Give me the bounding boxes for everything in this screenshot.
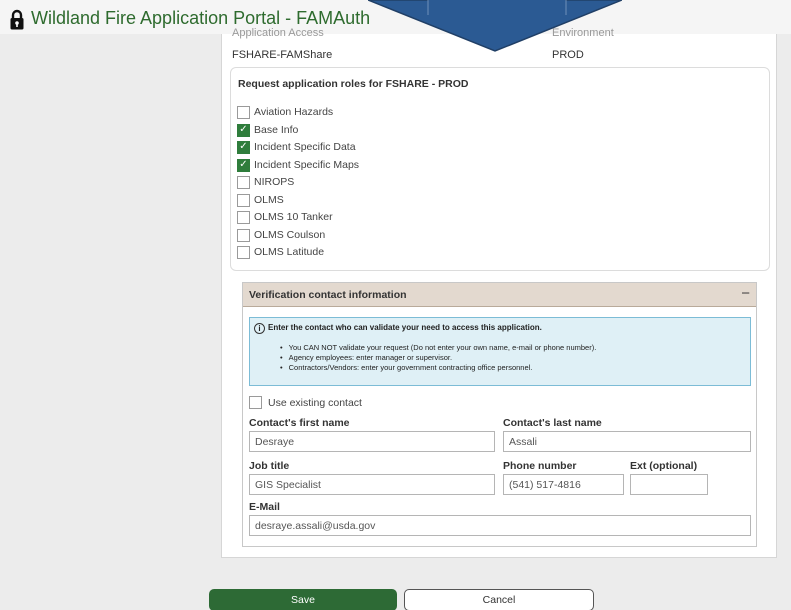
collapse-icon[interactable]: −	[741, 285, 750, 302]
save-button[interactable]: Save	[209, 589, 397, 610]
verification-title: Verification contact information	[249, 289, 407, 301]
application-column-header: Application Access	[232, 27, 324, 39]
info-title: Enter the contact who can validate your …	[268, 323, 542, 332]
role-label: NIROPS	[254, 176, 295, 188]
application-name: FSHARE-FAMShare	[232, 49, 333, 61]
role-olms-10-tanker[interactable]: OLMS 10 Tanker	[237, 210, 333, 224]
checkbox[interactable]	[249, 396, 262, 409]
lock-icon	[10, 9, 24, 30]
job-title-label: Job title	[249, 460, 290, 472]
checkbox[interactable]	[237, 245, 250, 259]
roles-section: Request application roles for FSHARE - P…	[230, 67, 770, 271]
info-item: You CAN NOT validate your request (Do no…	[280, 343, 597, 353]
phone-label: Phone number	[503, 460, 577, 472]
checkbox[interactable]	[237, 193, 250, 207]
role-label: OLMS 10 Tanker	[254, 211, 333, 223]
down-arrow-annotation-icon	[368, 0, 622, 52]
ext-field[interactable]	[630, 474, 708, 495]
role-olms-coulson[interactable]: OLMS Coulson	[237, 228, 325, 242]
ext-label: Ext (optional)	[630, 460, 698, 472]
last-name-label: Contact's last name	[503, 417, 602, 429]
role-nirops[interactable]: NIROPS	[237, 175, 294, 189]
email-label: E-Mail	[249, 501, 280, 513]
checkbox-checked[interactable]: ✓	[237, 158, 250, 172]
verification-header[interactable]: Verification contact information −	[243, 283, 756, 307]
info-icon: i	[254, 323, 265, 334]
role-incident-specific-maps[interactable]: ✓ Incident Specific Maps	[237, 158, 359, 172]
role-label: OLMS Coulson	[254, 229, 326, 241]
checkbox[interactable]	[237, 175, 250, 189]
info-item: Agency employees: enter manager or super…	[280, 353, 596, 363]
role-olms-latitude[interactable]: OLMS Latitude	[237, 245, 324, 259]
role-label: OLMS	[254, 194, 284, 206]
role-label: Aviation Hazards	[254, 106, 334, 118]
checkbox-checked[interactable]: ✓	[237, 123, 250, 137]
info-box: i Enter the contact who can validate you…	[249, 317, 751, 386]
email-field[interactable]: desraye.assali@usda.gov	[249, 515, 751, 536]
role-aviation-hazards[interactable]: Aviation Hazards	[237, 105, 333, 119]
role-olms[interactable]: OLMS	[237, 193, 284, 207]
use-existing-contact[interactable]: Use existing contact	[249, 396, 362, 409]
role-label: OLMS Latitude	[254, 246, 325, 258]
role-base-info[interactable]: ✓ Base Info	[237, 123, 298, 137]
info-item: Contractors/Vendors: enter your governme…	[280, 363, 596, 373]
role-incident-specific-data[interactable]: ✓ Incident Specific Data	[237, 140, 356, 154]
verification-section: Verification contact information − i Ent…	[242, 282, 757, 547]
checkbox[interactable]	[237, 228, 250, 242]
phone-field[interactable]: (541) 517-4816	[503, 474, 624, 495]
role-label: Base Info	[254, 124, 299, 136]
app-title: Wildland Fire Application Portal - FAMAu…	[31, 8, 371, 28]
checkbox[interactable]	[237, 210, 250, 224]
first-name-label: Contact's first name	[249, 417, 350, 429]
request-panel: Application Access Environment FSHARE-FA…	[221, 27, 777, 558]
checkbox[interactable]	[237, 105, 250, 119]
roles-title: Request application roles for FSHARE - P…	[238, 78, 469, 90]
last-name-field[interactable]: Assali	[503, 431, 751, 452]
first-name-field[interactable]: Desraye	[249, 431, 495, 452]
role-label: Incident Specific Data	[254, 141, 356, 153]
checkbox-checked[interactable]: ✓	[237, 140, 250, 154]
job-title-field[interactable]: GIS Specialist	[249, 474, 495, 495]
cancel-button[interactable]: Cancel	[404, 589, 594, 610]
info-list: You CAN NOT validate your request (Do no…	[280, 343, 597, 373]
use-existing-label: Use existing contact	[268, 396, 362, 409]
role-label: Incident Specific Maps	[254, 159, 360, 171]
